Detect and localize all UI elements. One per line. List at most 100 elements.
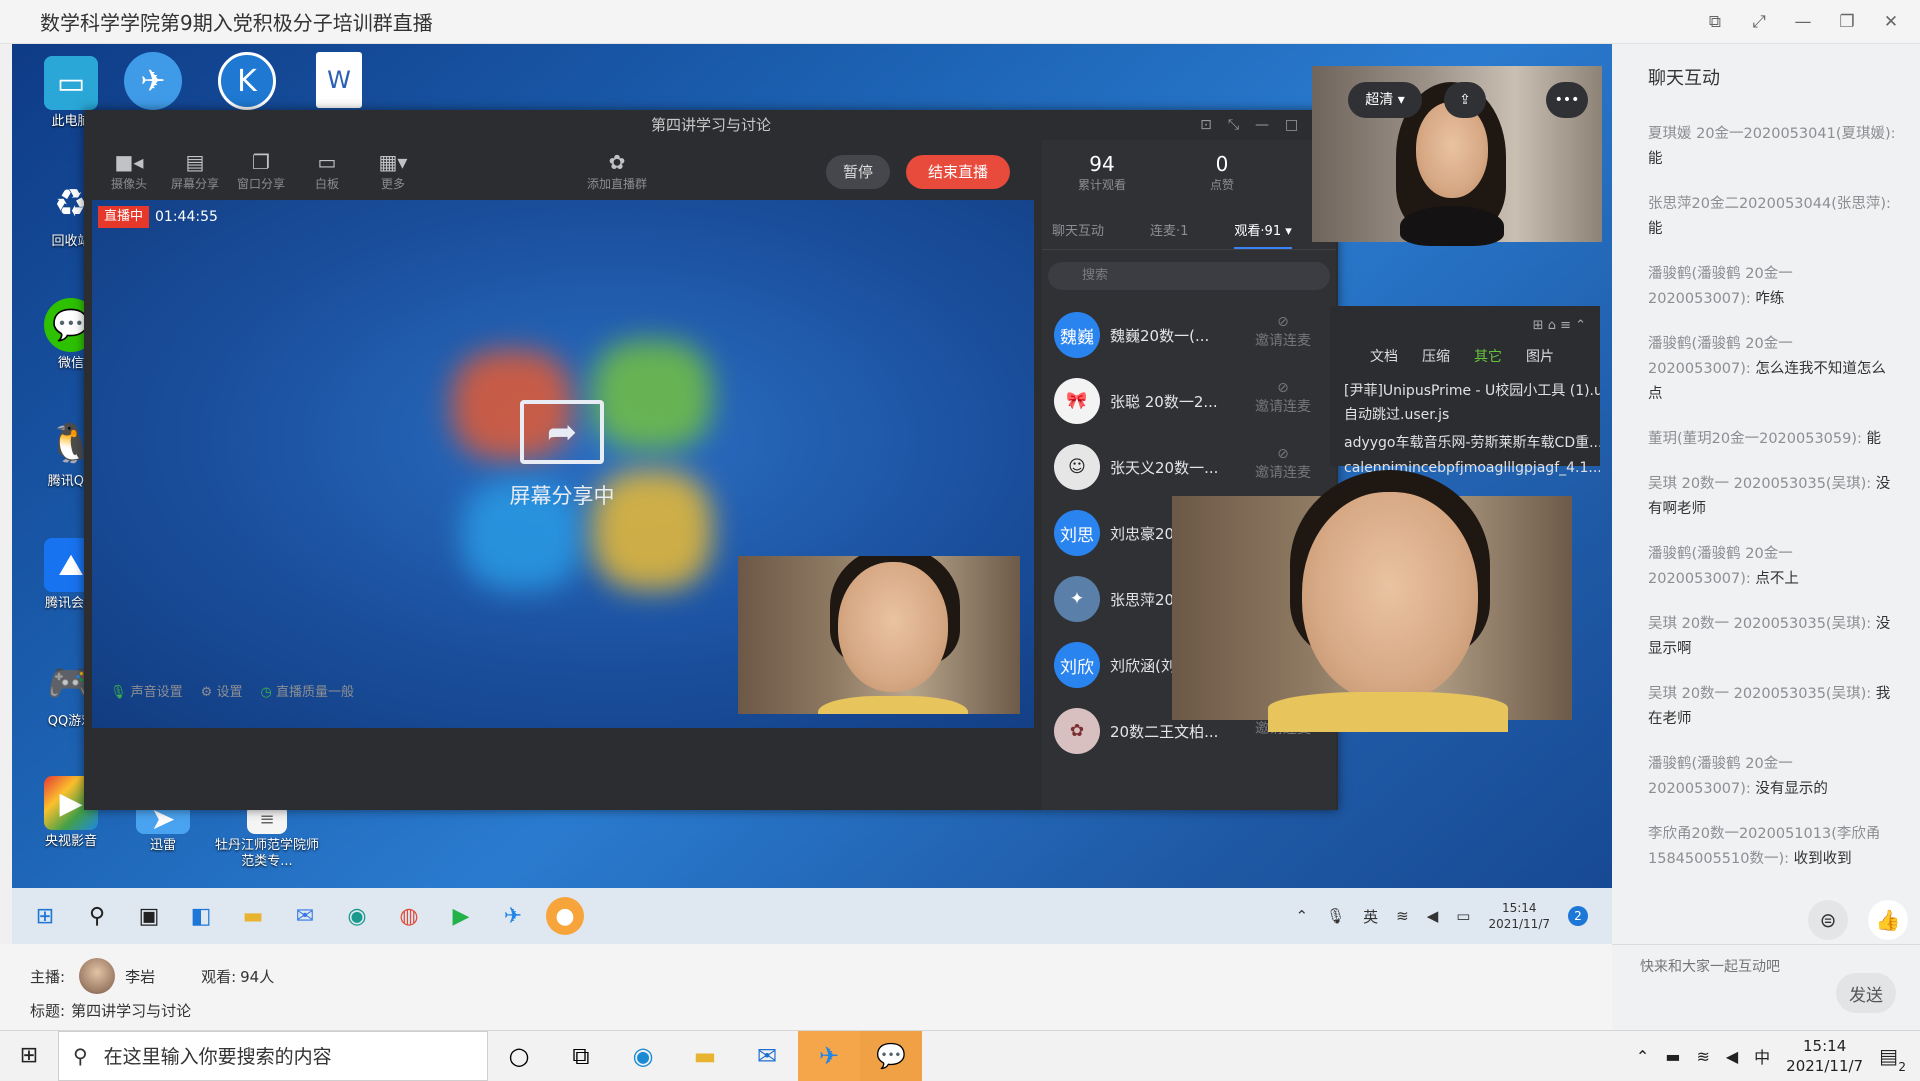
quality-select[interactable]: 超清 ▾	[1348, 82, 1422, 118]
windows-logo-icon: ⊞	[19, 1043, 39, 1068]
file-item[interactable]: adyygo车载音乐网-劳斯莱斯车载CD重...	[1330, 432, 1600, 452]
add-people-icon: ✿	[608, 149, 626, 174]
whiteboard-button[interactable]: ▭ 白板	[294, 149, 360, 192]
host-label: 主播:	[30, 967, 66, 986]
pause-button[interactable]: 暂停	[826, 155, 890, 189]
os-search-box[interactable]: ⚲ 在这里输入你要搜索的内容	[58, 1030, 488, 1081]
chat-message: 潘骏鹤(潘骏鹤 20金一 2020053007): 咋练	[1648, 262, 1898, 312]
start-button[interactable]: ⊞	[0, 1031, 58, 1081]
window-share-icon: ❐	[252, 149, 270, 174]
presenter-video-large	[1172, 470, 1572, 732]
tab-archives[interactable]: 压缩	[1422, 346, 1450, 366]
sound-settings-button[interactable]: 🎙 声音设置	[110, 681, 183, 700]
app-maximize-icon[interactable]: □	[1285, 110, 1298, 140]
chat-message: 董玥(董玥20金一2020053059): 能	[1648, 427, 1898, 452]
wifi-icon[interactable]: ≋	[1696, 1047, 1709, 1066]
stream-quality-indicator[interactable]: ◷ 直播质量一般	[260, 681, 354, 700]
chat-text: 能	[1648, 221, 1663, 237]
window-share-button[interactable]: ❐ 窗口分享	[228, 149, 294, 192]
avatar: ☺	[1054, 444, 1100, 490]
viewer-item[interactable]: ☺ 张天义20数一... ⊘ 邀请连麦	[1042, 434, 1336, 500]
chevron-up-icon[interactable]: ⌃	[1636, 1047, 1649, 1066]
share-out-icon[interactable]: ⇪	[1444, 82, 1486, 118]
end-live-button[interactable]: 结束直播	[906, 155, 1010, 189]
chat-input[interactable]	[1640, 959, 1820, 975]
settings-button[interactable]: ⚙ 设置	[201, 681, 243, 700]
more-button[interactable]: ▦▾ 更多	[360, 149, 426, 192]
restore-icon[interactable]: ❐	[1836, 11, 1858, 33]
close-icon[interactable]: ✕	[1880, 11, 1902, 33]
video-app-icon: ▶	[452, 903, 470, 929]
volume-icon[interactable]: ◀	[1726, 1047, 1738, 1066]
tab-chat[interactable]: 聊天互动	[1052, 220, 1104, 239]
file-item[interactable]: 自动跳过.user.js	[1330, 404, 1600, 424]
thumbs-up-icon[interactable]: 👍	[1868, 900, 1908, 940]
camera-button[interactable]: ■◂ 摄像头	[96, 149, 162, 192]
chat-message: 李欣甬20数一2020051013(李欣甬15845005510数一): 收到收…	[1648, 822, 1898, 872]
tab-other[interactable]: 其它	[1474, 346, 1502, 366]
topic-label: 标题:	[30, 1002, 66, 1020]
chat-text: 能	[1648, 151, 1663, 167]
os-taskbar: ⊞ ⚲ 在这里输入你要搜索的内容 ○ ⧉ ◉ ▬ ✉ ✈ 💬 ⌃ ▬ ≋ ◀ 中…	[0, 1030, 1920, 1081]
notification-count: 2	[1898, 1060, 1906, 1074]
send-button[interactable]: 发送	[1836, 973, 1896, 1013]
lock-icon[interactable]: ⊡	[1200, 110, 1212, 140]
live-stage: 直播中 01:44:55 ➦ 屏幕分享中 🎙 声音设置 ⚙ 设置 ◷ 直播质量一…	[92, 200, 1034, 728]
window-title: 数学科学学院第9期入党积极分子培训群直播	[40, 11, 433, 35]
file-explorer-icon[interactable]: ▬	[674, 1031, 736, 1081]
minimize-icon[interactable]: —	[1792, 11, 1814, 33]
viewer-search-input[interactable]: 搜索	[1048, 262, 1330, 290]
topic-value: 第四讲学习与讨论	[71, 1002, 192, 1020]
invite-mic-button[interactable]: ⊘ 邀请连麦	[1248, 314, 1318, 350]
chat-sender: 吴琪 20数一 2020053035(吴琪):	[1648, 616, 1872, 632]
file-item[interactable]: [尹菲]UnipusPrime - U校园小工具 (1).u...	[1330, 380, 1600, 400]
task-view-icon: ▣	[138, 903, 160, 929]
app-minimize-icon[interactable]: —	[1255, 110, 1269, 140]
word-doc-icon: W	[316, 52, 362, 108]
cortana-icon[interactable]: ○	[488, 1031, 550, 1081]
chat-sender: 夏琪媛 20金一2020053041(夏琪媛):	[1648, 126, 1896, 142]
avatar: 🎀	[1054, 378, 1100, 424]
desktop-icon-folder: ≡ 牡丹江师范学院师范类专...	[212, 804, 322, 870]
pin-icon[interactable]: ⧉	[1704, 11, 1726, 33]
viewer-item[interactable]: 魏巍 魏巍20数一(... ⊘ 邀请连麦	[1042, 302, 1336, 368]
chat-bubble-icon[interactable]: ⊜	[1808, 900, 1848, 940]
total-views-stat: 94 累计观看	[1077, 152, 1126, 192]
wechat-taskbar-icon[interactable]: 💬	[860, 1030, 922, 1081]
wifi-icon: ≋	[1396, 907, 1409, 925]
mic-icon: 🎙	[110, 684, 127, 700]
tab-images[interactable]: 图片	[1526, 346, 1554, 366]
chat-message: 吴琪 20数一 2020053035(吴琪): 没显示啊	[1648, 612, 1898, 662]
task-view-icon[interactable]: ⧉	[550, 1031, 612, 1081]
feishu-taskbar-icon[interactable]: ✈	[798, 1030, 860, 1081]
add-live-group-button[interactable]: ✿ 添加直播群	[572, 149, 662, 192]
more-options-icon[interactable]: •••	[1546, 82, 1588, 118]
battery-icon[interactable]: ▬	[1665, 1047, 1680, 1066]
os-clock[interactable]: 15:14 2021/11/7	[1786, 1036, 1863, 1076]
chat-text: 收到收到	[1793, 851, 1852, 867]
tab-viewers[interactable]: 观看·91 ▾	[1234, 220, 1292, 249]
search-icon: ⚲	[73, 1043, 88, 1068]
chat-message: 潘骏鹤(潘骏鹤 20金一 2020053007): 怎么连我不知道怎么点	[1648, 332, 1898, 407]
invite-mic-button[interactable]: ⊘ 邀请连麦	[1248, 446, 1318, 482]
shared-screen-clock: 15:14 2021/11/7	[1488, 901, 1550, 931]
gear-icon: ⚙	[200, 684, 213, 700]
shared-screen-taskbar: ⊞ ⚲ ▣ ◧ ▬ ✉ ◉ ◍ ▶ ✈ ● ⌃ 🎙 英 ≋ ◀ ▭ 15:14 2…	[12, 888, 1612, 944]
chevron-up-icon: ⌃	[1295, 907, 1309, 925]
kuwo-icon: K	[218, 52, 276, 110]
mail-icon[interactable]: ✉	[736, 1031, 798, 1081]
invite-mic-button[interactable]: ⊘ 邀请连麦	[1248, 380, 1318, 416]
ime-indicator[interactable]: 中	[1754, 1044, 1770, 1068]
screen-share-button[interactable]: ▤ 屏幕分享	[162, 149, 228, 192]
fullscreen-icon[interactable]: ⤢	[1748, 11, 1770, 33]
edge-icon[interactable]: ◉	[612, 1031, 674, 1081]
chat-panel: 聊天互动 夏琪媛 20金一2020053041(夏琪媛): 能张思萍20金二20…	[1612, 44, 1920, 1030]
notification-center-icon[interactable]: ▤ 2	[1879, 1044, 1906, 1074]
tab-mic-link[interactable]: 连麦·1	[1150, 220, 1188, 239]
avatar: ✦	[1054, 576, 1100, 622]
viewer-item[interactable]: 🎀 张聪 20数一2... ⊘ 邀请连麦	[1042, 368, 1336, 434]
shrink-icon[interactable]: ⤡	[1228, 110, 1239, 140]
mic-icon: 🎙	[1326, 907, 1346, 925]
shared-screen-tray: ⌃ 🎙 英 ≋ ◀ ▭ 15:14 2021/11/7 2	[1296, 888, 1588, 944]
tab-docs[interactable]: 文档	[1370, 346, 1398, 366]
